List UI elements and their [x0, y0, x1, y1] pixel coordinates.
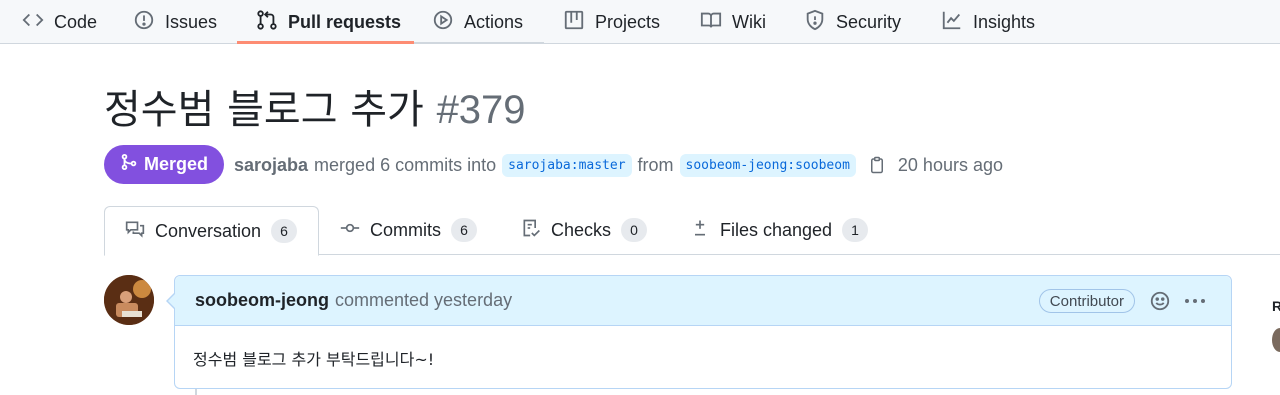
comment-card: soobeom-jeong commented yesterday Contri… — [166, 275, 1232, 389]
play-icon — [432, 9, 454, 36]
nav-actions[interactable]: Actions — [432, 0, 523, 44]
tab-checks[interactable]: Checks 0 — [521, 206, 648, 254]
graph-icon — [941, 9, 963, 36]
nav-wiki-label: Wiki — [732, 11, 766, 32]
merge-icon — [120, 153, 138, 176]
tab-checks-label: Checks — [551, 219, 612, 240]
merged-state-badge: Merged — [104, 145, 224, 184]
smiley-icon[interactable] — [1149, 290, 1171, 312]
contributor-badge: Contributor — [1038, 289, 1135, 313]
pr-number: #379 — [436, 88, 526, 132]
nav-pull-requests-label: Pull requests — [288, 11, 402, 32]
commit-icon — [340, 218, 360, 243]
head-branch[interactable]: soobeom-jeong:soobeom — [679, 153, 856, 177]
copy-icon[interactable] — [868, 156, 886, 174]
tab-conversation-label: Conversation — [155, 220, 262, 241]
nav-security-label: Security — [836, 11, 902, 32]
tab-conversation[interactable]: Conversation 6 — [104, 206, 319, 256]
nav-issues-label: Issues — [165, 11, 218, 32]
comment-action[interactable]: commented yesterday — [335, 290, 512, 311]
nav-actions-label: Actions — [464, 11, 524, 32]
merger-link[interactable]: sarojaba — [234, 155, 308, 176]
nav-projects-label: Projects — [595, 11, 661, 32]
merged-text: merged 6 commits into — [314, 154, 497, 175]
tab-files-changed-label: Files changed — [720, 219, 833, 240]
reviewer-avatar[interactable] — [1272, 328, 1280, 352]
nav-code[interactable]: Code — [22, 0, 97, 44]
merged-state-label: Merged — [143, 154, 208, 174]
sidebar-heading: R — [1272, 298, 1280, 314]
pr-time: 20 hours ago — [897, 154, 1003, 175]
timeline-line — [195, 389, 197, 395]
nav-issues[interactable]: Issues — [133, 0, 217, 44]
comment-discussion-icon — [125, 219, 145, 244]
from-text: from — [637, 154, 674, 175]
diff-icon — [690, 218, 710, 243]
book-icon — [700, 9, 722, 36]
hover-underline — [414, 42, 544, 44]
tab-files-changed-count: 1 — [842, 218, 869, 242]
tab-conversation-count: 6 — [271, 219, 298, 243]
pr-title-text: 정수범 블로그 추가 — [104, 87, 424, 133]
nav-code-label: Code — [54, 11, 98, 32]
nav-insights[interactable]: Insights — [941, 0, 1035, 44]
tab-files-changed[interactable]: Files changed 1 — [690, 206, 869, 254]
base-branch[interactable]: sarojaba:master — [502, 153, 632, 177]
pr-meta: sarojaba merged 6 commits into sarojaba:… — [234, 153, 1003, 177]
nav-projects[interactable]: Projects — [563, 0, 660, 44]
comment-header: soobeom-jeong commented yesterday Contri… — [175, 276, 1231, 326]
tab-checks-count: 0 — [621, 218, 648, 242]
nav-security[interactable]: Security — [804, 0, 901, 44]
nav-pull-requests[interactable]: Pull requests — [256, 0, 401, 44]
tab-commits[interactable]: Commits 6 — [340, 206, 477, 254]
pull-request-icon — [256, 9, 278, 36]
repo-nav: Code Issues Pull requests Actions Projec… — [0, 0, 1280, 44]
table-icon — [563, 9, 585, 36]
tab-commits-count: 6 — [451, 218, 477, 242]
kebab-horizontal-icon[interactable] — [1183, 290, 1207, 312]
comment-author[interactable]: soobeom-jeong — [195, 290, 329, 311]
shield-icon — [804, 9, 826, 36]
avatar[interactable] — [104, 275, 154, 325]
nav-insights-label: Insights — [973, 11, 1036, 32]
tab-commits-label: Commits — [370, 219, 441, 240]
comment-body: 정수범 블로그 추가 부탁드립니다~! — [193, 350, 435, 369]
active-tab-underline — [237, 41, 414, 44]
code-icon — [22, 9, 44, 36]
issue-icon — [133, 9, 155, 36]
nav-wiki[interactable]: Wiki — [700, 0, 766, 44]
checklist-icon — [521, 218, 541, 243]
pr-title: 정수범 블로그 추가 #379 — [104, 84, 526, 136]
